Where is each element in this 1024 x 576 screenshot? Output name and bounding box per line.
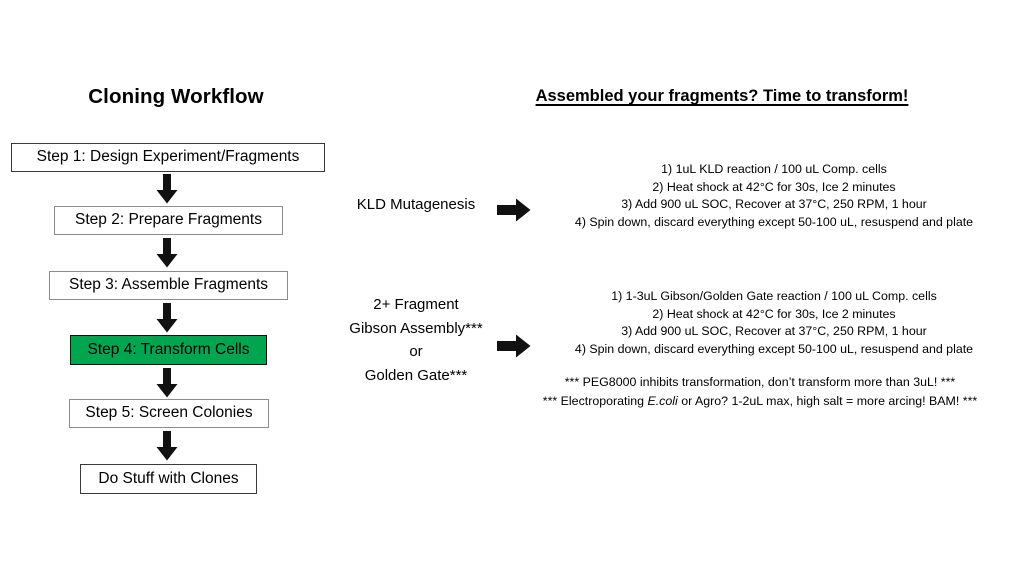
method-arrow-gibson	[497, 334, 531, 358]
flow-arrow-1-to-2	[156, 174, 178, 204]
flow-step-5[interactable]: Step 5: Screen Colonies	[69, 399, 269, 428]
method-steps-gibson-line-2: 2) Heat shock at 42°C for 30s, Ice 2 min…	[652, 306, 896, 321]
method-steps-kld-line-2: 2) Heat shock at 42°C for 30s, Ice 2 min…	[652, 179, 896, 194]
method-label-gibson-line-3: or	[409, 343, 423, 360]
flow-step-4-label: Step 4: Transform Cells	[87, 340, 250, 358]
method-arrow-kld	[497, 198, 531, 222]
footnote-line-2-suffix: or Agro? 1-2uL max, high salt = more arc…	[677, 393, 978, 408]
footnote-line-2: *** Electroporating E.coli or Agro? 1-2u…	[510, 392, 1010, 411]
footnote-line-2-species: E.coli	[647, 393, 678, 408]
flow-step-5-label: Step 5: Screen Colonies	[85, 404, 253, 422]
flow-arrow-2-to-3	[156, 238, 178, 268]
workflow-title: Cloning Workflow	[88, 85, 264, 108]
flow-step-final[interactable]: Do Stuff with Clones	[80, 464, 257, 494]
flow-arrow-4-to-5	[156, 368, 178, 398]
flow-arrow-5-to-6	[156, 431, 178, 461]
flow-step-final-label: Do Stuff with Clones	[98, 469, 239, 487]
flow-step-3[interactable]: Step 3: Assemble Fragments	[49, 271, 288, 300]
flow-step-2[interactable]: Step 2: Prepare Fragments	[54, 206, 283, 235]
method-steps-kld-line-4: 4) Spin down, discard everything except …	[574, 214, 974, 229]
flow-step-2-label: Step 2: Prepare Fragments	[75, 211, 262, 229]
slide-canvas: Cloning Workflow Step 1: Design Experime…	[0, 0, 1024, 576]
flow-step-1-label: Step 1: Design Experiment/Fragments	[36, 148, 300, 166]
method-steps-gibson-line-3: 3) Add 900 uL SOC, Recover at 37°C, 250 …	[621, 324, 927, 339]
flow-step-1[interactable]: Step 1: Design Experiment/Fragments	[11, 143, 325, 172]
method-steps-gibson-line-4: 4) Spin down, discard everything except …	[574, 341, 974, 356]
footnote-line-2-prefix: *** Electroporating	[542, 393, 648, 408]
method-label-gibson-line-4: Golden Gate***	[364, 366, 468, 384]
method-label-gibson: 2+ Fragment Gibson Assembly*** or Golden…	[321, 293, 511, 387]
flow-step-4[interactable]: Step 4: Transform Cells	[70, 335, 267, 365]
transform-section-title: Assembled your fragments? Time to transf…	[535, 87, 909, 105]
method-steps-gibson-line-1: 1) 1-3uL Gibson/Golden Gate reaction / 1…	[611, 289, 937, 303]
method-label-gibson-line-1: 2+ Fragment	[373, 296, 459, 313]
method-label-kld: KLD Mutagenesis	[335, 193, 497, 217]
method-steps-gibson: 1) 1-3uL Gibson/Golden Gate reaction / 1…	[550, 288, 998, 358]
method-label-gibson-line-2: Gibson Assembly***	[349, 319, 483, 337]
method-steps-kld-line-1: 1) 1uL KLD reaction / 100 uL Comp. cells	[661, 162, 887, 176]
footnotes: *** PEG8000 inhibits transformation, don…	[510, 373, 1010, 410]
method-steps-kld-line-3: 3) Add 900 uL SOC, Recover at 37°C, 250 …	[621, 197, 927, 212]
footnote-line-1: *** PEG8000 inhibits transformation, don…	[564, 375, 956, 389]
flow-arrow-3-to-4	[156, 303, 178, 333]
method-steps-kld: 1) 1uL KLD reaction / 100 uL Comp. cells…	[550, 161, 998, 231]
method-label-kld-line-1: KLD Mutagenesis	[356, 196, 476, 213]
flow-step-3-label: Step 3: Assemble Fragments	[68, 276, 268, 294]
